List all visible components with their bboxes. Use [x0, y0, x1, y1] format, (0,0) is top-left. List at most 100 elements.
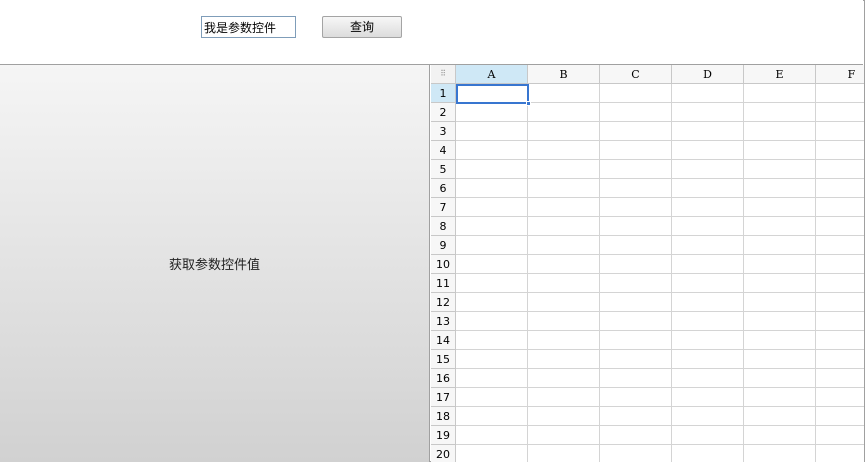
row-header-20[interactable]: 20 — [431, 445, 456, 462]
cell-b12[interactable] — [528, 293, 600, 312]
cell-a6[interactable] — [456, 179, 528, 198]
cell-e12[interactable] — [744, 293, 816, 312]
cell-d12[interactable] — [672, 293, 744, 312]
cell-f20[interactable] — [816, 445, 864, 462]
cell-d20[interactable] — [672, 445, 744, 462]
row-header-2[interactable]: 2 — [431, 103, 456, 122]
column-header-e[interactable]: E — [744, 65, 816, 84]
cell-c6[interactable] — [600, 179, 672, 198]
cell-c13[interactable] — [600, 312, 672, 331]
cell-c12[interactable] — [600, 293, 672, 312]
cell-a8[interactable] — [456, 217, 528, 236]
cell-c16[interactable] — [600, 369, 672, 388]
cell-c17[interactable] — [600, 388, 672, 407]
cell-b10[interactable] — [528, 255, 600, 274]
cell-c8[interactable] — [600, 217, 672, 236]
cell-d4[interactable] — [672, 141, 744, 160]
cell-e13[interactable] — [744, 312, 816, 331]
cell-b8[interactable] — [528, 217, 600, 236]
cell-d5[interactable] — [672, 160, 744, 179]
cell-d14[interactable] — [672, 331, 744, 350]
cell-e16[interactable] — [744, 369, 816, 388]
cell-f12[interactable] — [816, 293, 864, 312]
row-header-6[interactable]: 6 — [431, 179, 456, 198]
cell-e10[interactable] — [744, 255, 816, 274]
cell-f9[interactable] — [816, 236, 864, 255]
row-header-5[interactable]: 5 — [431, 160, 456, 179]
cell-a15[interactable] — [456, 350, 528, 369]
cell-e8[interactable] — [744, 217, 816, 236]
cell-c4[interactable] — [600, 141, 672, 160]
cell-b7[interactable] — [528, 198, 600, 217]
cell-b1[interactable] — [528, 84, 600, 103]
cell-a5[interactable] — [456, 160, 528, 179]
row-header-1[interactable]: 1 — [431, 84, 456, 103]
query-button[interactable]: 查询 — [322, 16, 402, 38]
cell-b9[interactable] — [528, 236, 600, 255]
cell-e7[interactable] — [744, 198, 816, 217]
cell-a13[interactable] — [456, 312, 528, 331]
cell-b19[interactable] — [528, 426, 600, 445]
cell-b14[interactable] — [528, 331, 600, 350]
cell-a10[interactable] — [456, 255, 528, 274]
cell-a2[interactable] — [456, 103, 528, 122]
cell-d7[interactable] — [672, 198, 744, 217]
cell-e19[interactable] — [744, 426, 816, 445]
cell-f7[interactable] — [816, 198, 864, 217]
cell-f8[interactable] — [816, 217, 864, 236]
cell-a14[interactable] — [456, 331, 528, 350]
cell-d6[interactable] — [672, 179, 744, 198]
cell-d19[interactable] — [672, 426, 744, 445]
fill-handle[interactable] — [526, 101, 531, 106]
column-header-c[interactable]: C — [600, 65, 672, 84]
cell-d16[interactable] — [672, 369, 744, 388]
cell-a19[interactable] — [456, 426, 528, 445]
cell-b17[interactable] — [528, 388, 600, 407]
column-header-d[interactable]: D — [672, 65, 744, 84]
cell-e17[interactable] — [744, 388, 816, 407]
cell-f4[interactable] — [816, 141, 864, 160]
cell-c7[interactable] — [600, 198, 672, 217]
row-header-13[interactable]: 13 — [431, 312, 456, 331]
cell-e4[interactable] — [744, 141, 816, 160]
cell-b11[interactable] — [528, 274, 600, 293]
select-all-corner-icon[interactable]: ⠿ — [431, 65, 456, 84]
row-header-4[interactable]: 4 — [431, 141, 456, 160]
cell-a12[interactable] — [456, 293, 528, 312]
cell-c5[interactable] — [600, 160, 672, 179]
cell-c11[interactable] — [600, 274, 672, 293]
cell-a1[interactable] — [456, 84, 528, 103]
cell-f2[interactable] — [816, 103, 864, 122]
cell-e6[interactable] — [744, 179, 816, 198]
cell-a7[interactable] — [456, 198, 528, 217]
cell-f5[interactable] — [816, 160, 864, 179]
cell-a20[interactable] — [456, 445, 528, 462]
row-header-7[interactable]: 7 — [431, 198, 456, 217]
row-header-17[interactable]: 17 — [431, 388, 456, 407]
cell-a16[interactable] — [456, 369, 528, 388]
cell-d8[interactable] — [672, 217, 744, 236]
cell-c9[interactable] — [600, 236, 672, 255]
cell-d2[interactable] — [672, 103, 744, 122]
column-header-f[interactable]: F — [816, 65, 864, 84]
cell-f6[interactable] — [816, 179, 864, 198]
row-header-14[interactable]: 14 — [431, 331, 456, 350]
cell-d10[interactable] — [672, 255, 744, 274]
cell-a9[interactable] — [456, 236, 528, 255]
cell-e1[interactable] — [744, 84, 816, 103]
column-header-b[interactable]: B — [528, 65, 600, 84]
cell-c2[interactable] — [600, 103, 672, 122]
cell-b18[interactable] — [528, 407, 600, 426]
cell-a18[interactable] — [456, 407, 528, 426]
cell-b13[interactable] — [528, 312, 600, 331]
cell-b15[interactable] — [528, 350, 600, 369]
column-header-a[interactable]: A — [456, 65, 528, 84]
cell-b3[interactable] — [528, 122, 600, 141]
row-header-11[interactable]: 11 — [431, 274, 456, 293]
cell-f16[interactable] — [816, 369, 864, 388]
cell-f13[interactable] — [816, 312, 864, 331]
cell-b6[interactable] — [528, 179, 600, 198]
cell-e5[interactable] — [744, 160, 816, 179]
cell-d15[interactable] — [672, 350, 744, 369]
cell-c15[interactable] — [600, 350, 672, 369]
